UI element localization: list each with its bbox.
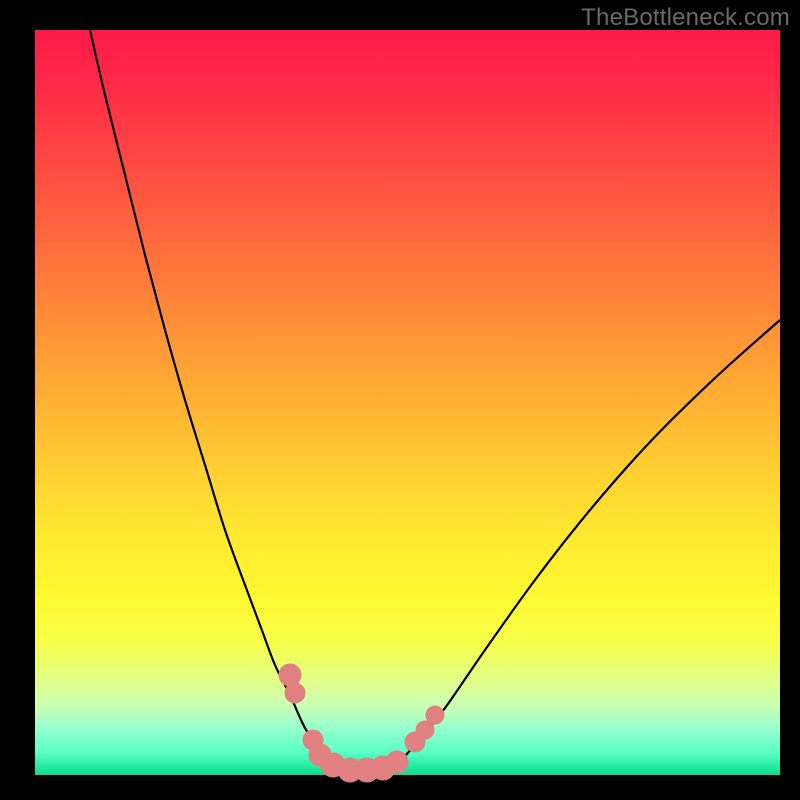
- outer-frame: TheBottleneck.com: [0, 0, 800, 800]
- bottleneck-curve: [90, 30, 780, 770]
- plot-area: [35, 30, 780, 775]
- watermark-text: TheBottleneck.com: [581, 4, 790, 32]
- data-beads: [279, 664, 444, 782]
- data-bead: [285, 683, 305, 703]
- data-bead: [279, 664, 301, 686]
- chart-svg: [35, 30, 780, 775]
- data-bead: [386, 751, 408, 773]
- data-bead: [426, 706, 444, 724]
